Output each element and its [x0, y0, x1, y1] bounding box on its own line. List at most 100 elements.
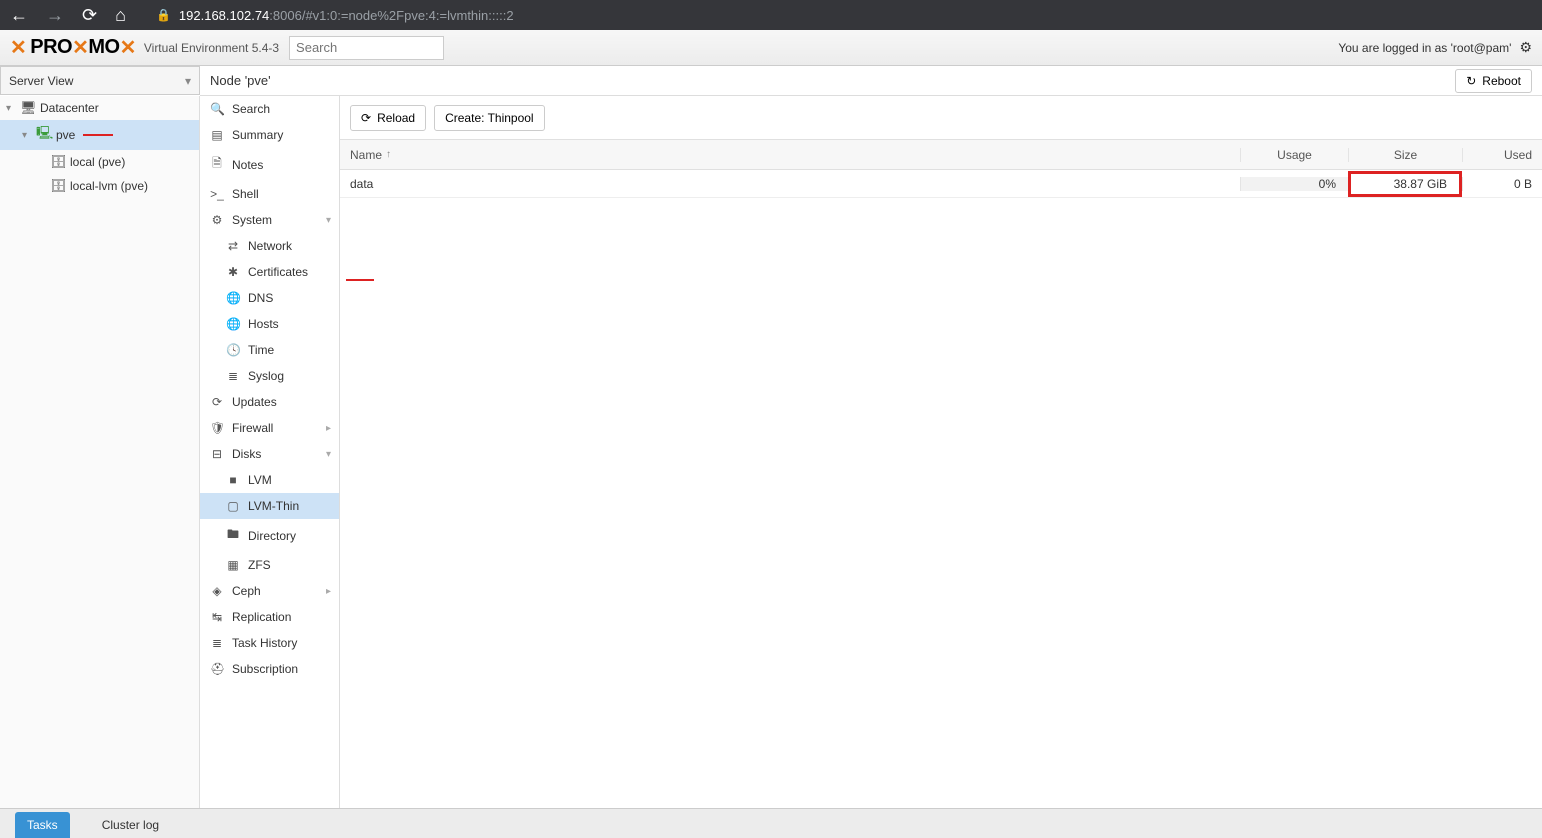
- logo[interactable]: ✕PRO✕MO✕: [10, 35, 136, 60]
- tree-node-pve[interactable]: ▾ 🖳 pve: [0, 120, 199, 150]
- nav-lvm[interactable]: ■ LVM: [200, 467, 339, 493]
- square-icon: ■: [226, 473, 240, 487]
- view-selector[interactable]: Server View ▾: [0, 66, 200, 95]
- tree-label: local (pve): [70, 155, 125, 169]
- content-panel: ⟳ Reload Create: Thinpool Name↑ Usage Siz…: [340, 96, 1542, 808]
- book-icon: ▤: [210, 128, 224, 142]
- square-outline-icon: ▢: [226, 499, 240, 513]
- button-label: Create: Thinpool: [445, 111, 534, 125]
- cell-usage: 0%: [1240, 177, 1348, 191]
- tab-clusterlog[interactable]: Cluster log: [90, 812, 171, 838]
- nav-replication[interactable]: ↹Replication: [200, 604, 339, 630]
- annotation-line: [346, 279, 374, 281]
- nav-label: LVM: [248, 473, 272, 487]
- gear-icon[interactable]: ⚙: [1519, 39, 1532, 56]
- nav-notes[interactable]: 🗎Notes: [200, 148, 339, 181]
- forward-icon[interactable]: →: [46, 5, 64, 26]
- tree-datacenter[interactable]: ▾ 🖥 Datacenter: [0, 96, 199, 120]
- main-area: ▾ 🖥 Datacenter ▾ 🖳 pve 🗄 local (pve) 🗄 l…: [0, 96, 1542, 808]
- nav-syslog[interactable]: ≣Syslog: [200, 363, 339, 389]
- nav-ceph[interactable]: ◈Ceph▸: [200, 578, 339, 604]
- nav-dns[interactable]: 🌐 DNS: [200, 285, 339, 311]
- url-host: 192.168.102.74: [179, 8, 269, 23]
- collapse-icon[interactable]: ▾: [6, 103, 16, 114]
- col-header-used[interactable]: Used: [1462, 148, 1542, 162]
- nav-search[interactable]: 🔍Search: [200, 96, 339, 122]
- header-label: Name: [350, 148, 382, 162]
- nav-subscription[interactable]: ⛑Subscription: [200, 656, 339, 682]
- view-selector-label: Server View: [9, 74, 73, 88]
- nav-label: Ceph: [232, 584, 261, 598]
- create-thinpool-button[interactable]: Create: Thinpool: [434, 105, 545, 131]
- certificate-icon: ✱: [226, 265, 240, 279]
- folder-icon: 🖿: [226, 525, 240, 546]
- nav-certificates[interactable]: ✱ Certificates: [200, 259, 339, 285]
- cell-used: 0 B: [1462, 177, 1542, 191]
- chevron-right-icon: ▸: [326, 423, 331, 434]
- tab-tasks[interactable]: Tasks: [15, 812, 70, 838]
- nav-disks[interactable]: ⊟Disks▾: [200, 441, 339, 467]
- table-row[interactable]: data 0% 38.87 GiB 0 B: [340, 170, 1542, 198]
- button-label: Reload: [377, 111, 415, 125]
- nav-zfs[interactable]: ▦ZFS: [200, 552, 339, 578]
- nav-system[interactable]: ⚙System▾: [200, 207, 339, 233]
- col-header-size[interactable]: Size: [1348, 148, 1462, 162]
- nav-label: DNS: [248, 291, 273, 305]
- nav-label: Certificates: [248, 265, 308, 279]
- tree-storage-local[interactable]: 🗄 local (pve): [0, 150, 199, 174]
- url-text[interactable]: 192.168.102.74:8006/#v1:0:=node%2Fpve:4:…: [179, 8, 514, 23]
- tree-label: pve: [56, 128, 75, 142]
- network-icon: ⇄: [226, 239, 240, 253]
- bottom-tabs: Tasks Cluster log: [0, 808, 1542, 838]
- reload-icon[interactable]: ⟳: [82, 5, 97, 26]
- resource-tree: ▾ 🖥 Datacenter ▾ 🖳 pve 🗄 local (pve) 🗄 l…: [0, 96, 200, 808]
- nav-updates[interactable]: ⟳ Updates: [200, 389, 339, 415]
- storage-icon: 🗄: [50, 178, 66, 194]
- nav-firewall[interactable]: 🛡Firewall▸: [200, 415, 339, 441]
- tree-storage-local-lvm[interactable]: 🗄 local-lvm (pve): [0, 174, 199, 198]
- tree-label: local-lvm (pve): [70, 179, 148, 193]
- lock-icon: 🔒: [156, 8, 171, 22]
- nav-label: Syslog: [248, 369, 284, 383]
- back-icon[interactable]: ←: [10, 5, 28, 26]
- reboot-icon: ↻: [1466, 74, 1476, 88]
- nav-label: Network: [248, 239, 292, 253]
- note-icon: 🗎: [210, 154, 224, 175]
- refresh-icon: ⟳: [210, 395, 224, 409]
- collapse-icon[interactable]: ▾: [22, 130, 32, 141]
- nav-shell[interactable]: >_Shell: [200, 181, 339, 207]
- disk-icon: ⊟: [210, 447, 224, 461]
- reload-button[interactable]: ⟳ Reload: [350, 105, 426, 131]
- nav-hosts[interactable]: 🌐Hosts: [200, 311, 339, 337]
- ceph-icon: ◈: [210, 584, 224, 598]
- nav-label: Summary: [232, 128, 283, 142]
- search-input[interactable]: [289, 36, 444, 60]
- login-text: You are logged in as 'root@pam': [1338, 41, 1511, 55]
- node-icon: 🖳: [36, 124, 52, 146]
- clock-icon: 🕓: [226, 343, 240, 357]
- env-label: Virtual Environment 5.4-3: [144, 41, 279, 55]
- nav-summary[interactable]: ▤ Summary: [200, 122, 339, 148]
- nav-lvmthin[interactable]: ▢ LVM-Thin: [200, 493, 339, 519]
- col-header-name[interactable]: Name↑: [340, 148, 1240, 162]
- nav-label: LVM-Thin: [248, 499, 299, 513]
- globe-icon: 🌐: [226, 317, 240, 331]
- top-header: ✕PRO✕MO✕ Virtual Environment 5.4-3 You a…: [0, 30, 1542, 66]
- nav-time[interactable]: 🕓Time: [200, 337, 339, 363]
- home-icon[interactable]: ⌂: [115, 5, 126, 26]
- nav-label: Updates: [232, 395, 277, 409]
- nav-network[interactable]: ⇄ Network: [200, 233, 339, 259]
- refresh-icon: ⟳: [361, 111, 371, 125]
- grid-header: Name↑ Usage Size Used: [340, 140, 1542, 170]
- chevron-down-icon: ▾: [326, 449, 331, 460]
- nav-directory[interactable]: 🖿Directory: [200, 519, 339, 552]
- browser-chrome: ← → ⟳ ⌂ 🔒 192.168.102.74:8006/#v1:0:=nod…: [0, 0, 1542, 30]
- reboot-button[interactable]: ↻ Reboot: [1455, 69, 1532, 93]
- col-header-usage[interactable]: Usage: [1240, 148, 1348, 162]
- globe-icon: 🌐: [226, 291, 240, 305]
- nav-label: Task History: [232, 636, 297, 650]
- cell-name: data: [340, 177, 1240, 191]
- nav-label: Firewall: [232, 421, 273, 435]
- nav-taskhistory[interactable]: ≣Task History: [200, 630, 339, 656]
- storage-icon: 🗄: [50, 154, 66, 170]
